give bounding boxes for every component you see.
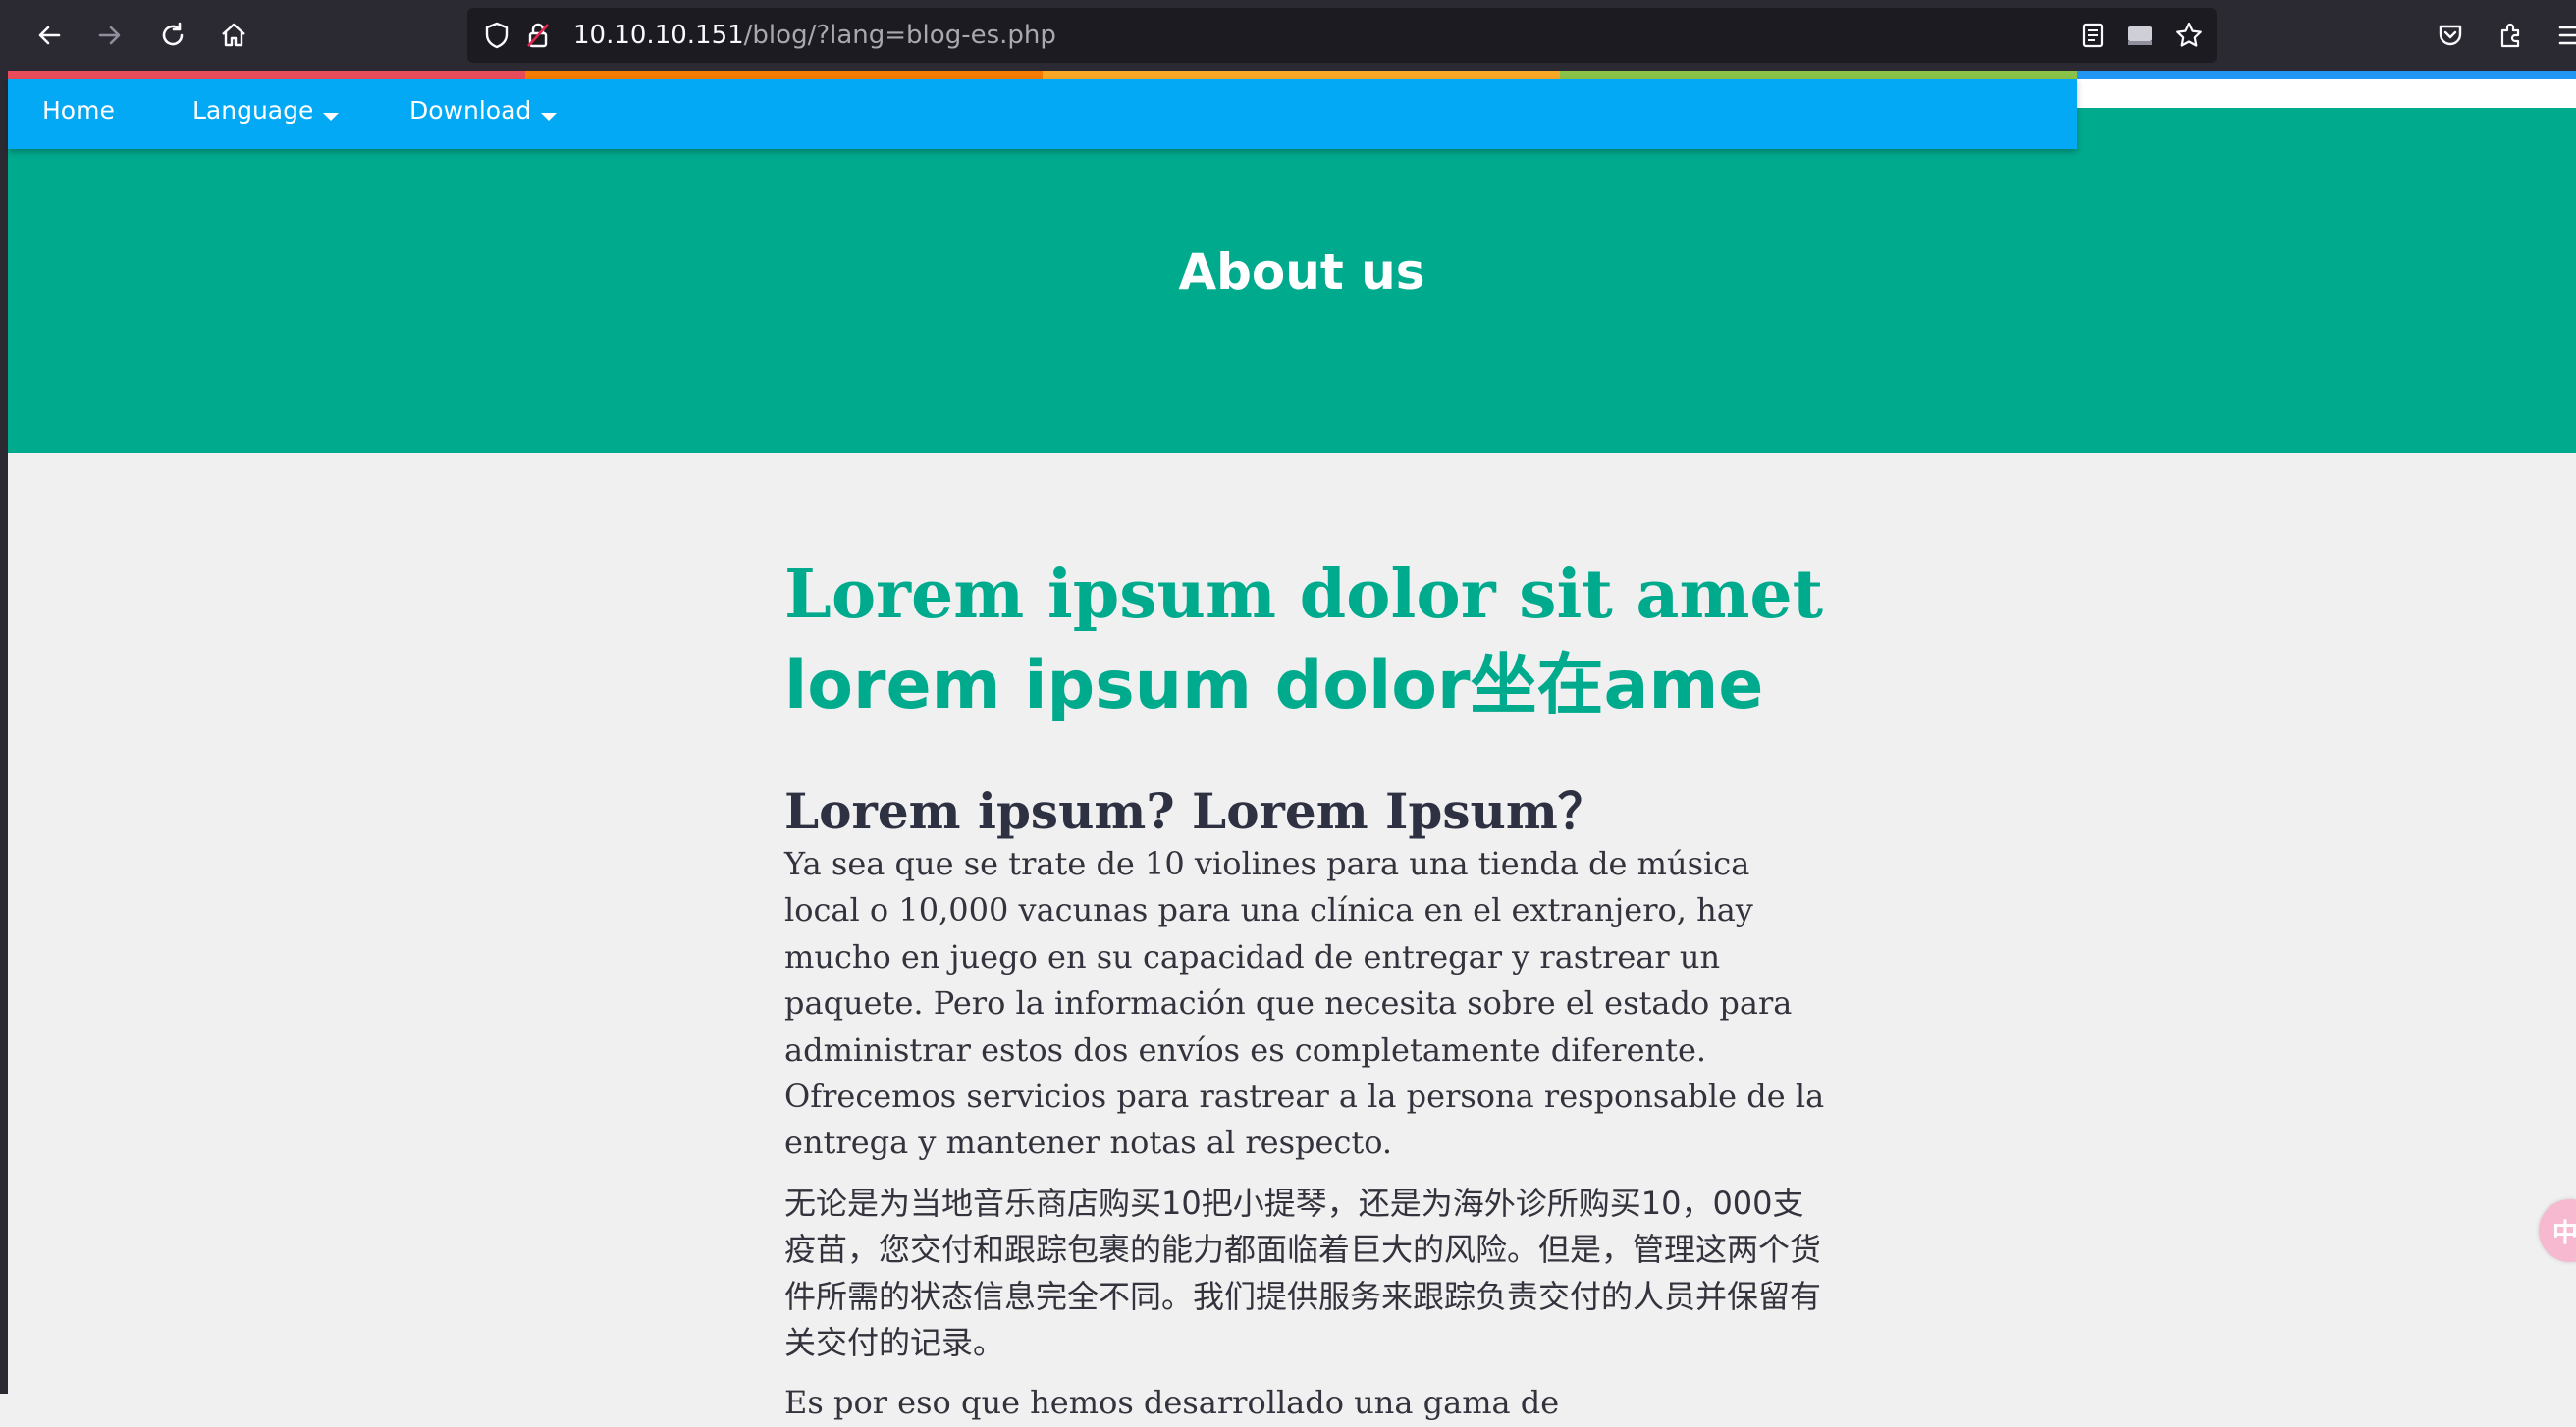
url-path: /blog/?lang=blog-es.php [743,21,1056,50]
nav-download-label: Download [409,96,532,125]
caret-down-icon [323,113,340,121]
header-accent-line [2077,71,2576,79]
nav-home-link[interactable]: Home [42,79,115,143]
caret-down-icon [541,113,558,121]
puzzle-icon [2500,23,2520,48]
window-edge [0,71,8,1394]
article-heading-line1: Lorem ipsum dolor sit amet [784,555,1824,634]
rainbow-segment [1560,71,2077,79]
header-white-strip [2077,79,2576,108]
rainbow-segment [8,71,525,79]
url-host: 10.10.10.151 [573,21,744,50]
hero-title: About us [1178,243,1425,300]
article-heading: Lorem ipsum dolor sit amet lorem ipsum d… [784,550,1825,731]
back-arrow-icon [38,26,61,45]
article-subheading-text: Lorem ipsum? Lorem Ipsum [784,782,1558,840]
translate-widget-button[interactable]: 中 [2539,1199,2576,1262]
forward-arrow-icon [98,26,121,45]
article-heading-line2: lorem ipsum dolor坐在ame [784,647,1764,724]
nav-download-dropdown[interactable]: Download [409,79,558,143]
reload-button[interactable] [151,14,194,57]
shield-icon[interactable] [481,20,512,51]
pocket-button[interactable] [2429,14,2472,57]
article-subheading-mark: ？ [1557,783,1607,840]
rainbow-segment [1043,71,1560,79]
paragraph-spanish: Ya sea que se trate de 10 violines para … [784,845,1825,1162]
hamburger-menu-icon [2558,26,2576,45]
top-navbar: Home Language Download [8,79,2077,149]
screenshot-icon[interactable] [2124,20,2156,51]
back-button[interactable] [27,14,71,57]
url-bar[interactable]: 10.10.10.151/blog/?lang=blog-es.php [467,8,2217,63]
url-text[interactable]: 10.10.10.151/blog/?lang=blog-es.php [573,8,1056,63]
browser-toolbar: 10.10.10.151/blog/?lang=blog-es.php [0,0,2576,71]
rainbow-segment [525,71,1043,79]
nav-language-dropdown[interactable]: Language [192,79,340,143]
bookmark-star-icon[interactable] [2174,20,2205,51]
home-button[interactable] [212,14,255,57]
paragraph-chinese: 无论是为当地音乐商店购买10把小提琴，还是为海外诊所购买10，000支疫苗，您交… [784,1184,1822,1362]
nav-language-label: Language [192,96,314,125]
pocket-icon [2439,25,2462,46]
rainbow-accent-bar [8,71,2077,79]
paragraph-continued: Es por eso que hemos desarrollado una ga… [784,1384,1560,1422]
extensions-button[interactable] [2490,14,2533,57]
translate-widget-glyph: 中 [2552,1219,2576,1248]
insecure-lock-icon[interactable] [522,20,554,51]
menu-button[interactable] [2550,14,2576,57]
article-content: Lorem ipsum dolor sit amet lorem ipsum d… [784,550,1825,1427]
nav-home-label: Home [42,96,115,125]
article-subheading: Lorem ipsum? Lorem Ipsum？ [784,782,1825,841]
reader-view-icon[interactable] [2077,20,2109,51]
home-icon [222,23,245,47]
forward-button[interactable] [88,14,132,57]
reload-icon [162,22,184,46]
